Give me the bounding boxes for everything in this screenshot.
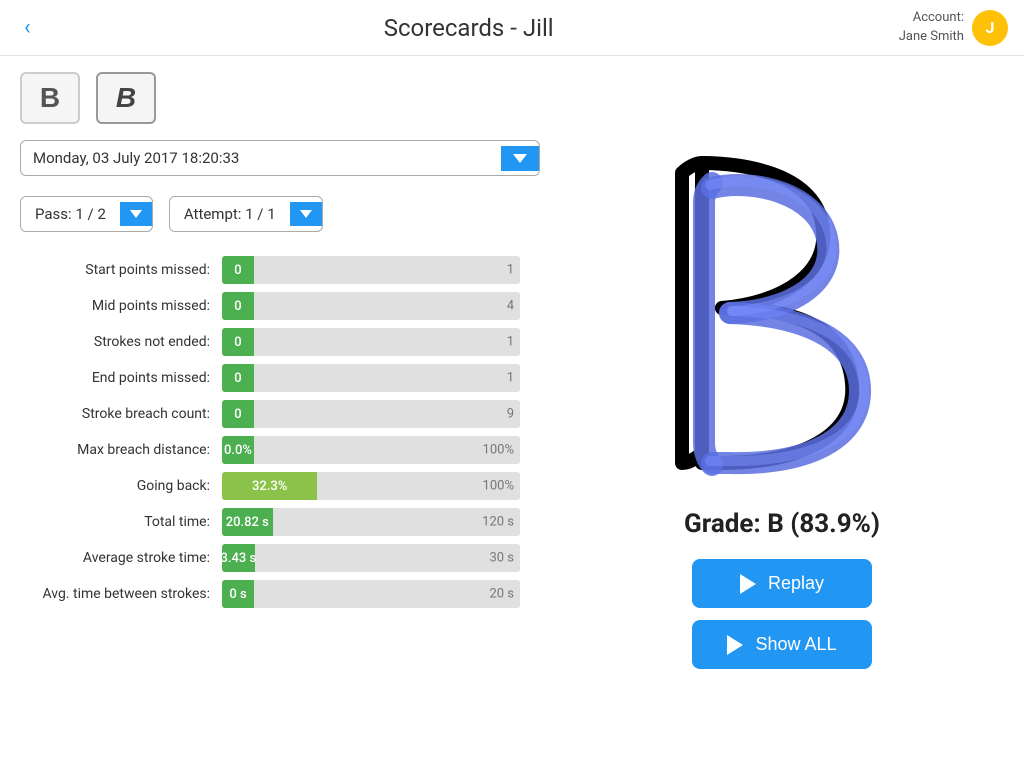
- pass-arrow-icon: [130, 210, 142, 218]
- show-all-label: Show ALL: [755, 634, 836, 655]
- metric-bar-fill: 0: [222, 400, 254, 428]
- metric-label: Average stroke time:: [20, 550, 210, 566]
- date-value: Monday, 03 July 2017 18:20:33: [21, 141, 501, 175]
- letter-buttons-row: B B: [20, 72, 520, 124]
- metric-label: Strokes not ended:: [20, 334, 210, 350]
- metric-bar-value: 20.82 s: [222, 515, 275, 530]
- replay-play-icon: [740, 574, 756, 594]
- metric-bar-fill: 32.3%: [222, 472, 317, 500]
- metric-bar-max: 1: [507, 371, 514, 386]
- metric-bar-fill: 0 s: [222, 580, 254, 608]
- letter-svg: [622, 143, 942, 483]
- metric-bar-value: 0: [228, 407, 247, 422]
- attempt-label: Attempt: 1 / 1: [170, 197, 290, 231]
- metric-bar-value: 3.43 s: [222, 551, 262, 566]
- metric-bar-max: 1: [507, 263, 514, 278]
- back-button[interactable]: ‹: [16, 11, 39, 44]
- account-name: Jane Smith: [899, 28, 964, 46]
- metric-bar-fill: 0: [222, 364, 254, 392]
- show-all-button[interactable]: Show ALL: [692, 620, 872, 669]
- metric-bar-container: 09: [222, 400, 520, 428]
- pass-selector[interactable]: Pass: 1 / 2: [20, 196, 153, 232]
- metric-label: Going back:: [20, 478, 210, 494]
- metric-bar-value: 32.3%: [246, 479, 293, 494]
- metric-bar-container: 01: [222, 364, 520, 392]
- attempt-arrow-icon: [300, 210, 312, 218]
- letter-preview: [612, 133, 952, 493]
- metric-label: Mid points missed:: [20, 298, 210, 314]
- metric-bar-value: 0 s: [223, 587, 252, 602]
- account-text: Account: Jane Smith: [899, 9, 964, 45]
- metric-row: Strokes not ended:01: [20, 328, 520, 356]
- metric-bar-max: 100%: [483, 479, 514, 494]
- metric-bar-container: 32.3% 100%: [222, 472, 520, 500]
- page-title: Scorecards - Jill: [384, 14, 554, 42]
- attempt-selector[interactable]: Attempt: 1 / 1: [169, 196, 323, 232]
- metric-bar-container: 01: [222, 256, 520, 284]
- metric-row: Going back: 32.3% 100%: [20, 472, 520, 500]
- metric-bar-container: 01: [222, 328, 520, 356]
- account-label: Account:: [899, 9, 964, 27]
- metric-bar-max: 9: [507, 407, 514, 422]
- main-content: B B Monday, 03 July 2017 18:20:33 Pass: …: [0, 56, 1024, 768]
- left-panel: B B Monday, 03 July 2017 18:20:33 Pass: …: [0, 56, 540, 768]
- right-panel: Grade: B (83.9%) Replay Show ALL: [540, 56, 1024, 768]
- pass-label: Pass: 1 / 2: [21, 197, 120, 231]
- metric-bar-fill: 0: [222, 256, 254, 284]
- metric-bar-max: 20 s: [489, 587, 514, 602]
- metric-row: Stroke breach count:09: [20, 400, 520, 428]
- metric-label: End points missed:: [20, 370, 210, 386]
- letter-button-0[interactable]: B: [20, 72, 80, 124]
- metric-bar-container: 20.82 s 120 s: [222, 508, 520, 536]
- metric-row: Average stroke time: 3.43 s 30 s: [20, 544, 520, 572]
- metric-bar-container: 3.43 s 30 s: [222, 544, 520, 572]
- account-info: Account: Jane Smith J: [899, 9, 1008, 45]
- metric-bar-container: 04: [222, 292, 520, 320]
- pass-dropdown-button[interactable]: [120, 202, 152, 226]
- show-all-play-icon: [727, 635, 743, 655]
- metric-bar-max: 4: [507, 299, 514, 314]
- letter-button-1[interactable]: B: [96, 72, 156, 124]
- metric-bar-fill: 0: [222, 328, 254, 356]
- metric-bar-value: 0: [228, 371, 247, 386]
- metric-bar-fill: 0.0%: [222, 436, 254, 464]
- metric-bar-fill: 0: [222, 292, 254, 320]
- metric-bar-value: 0: [228, 299, 247, 314]
- metric-row: Avg. time between strokes: 0 s 20 s: [20, 580, 520, 608]
- header: ‹ Scorecards - Jill Account: Jane Smith …: [0, 0, 1024, 56]
- metric-label: Max breach distance:: [20, 442, 210, 458]
- selectors-row: Pass: 1 / 2 Attempt: 1 / 1: [20, 196, 520, 232]
- metric-row: Total time: 20.82 s 120 s: [20, 508, 520, 536]
- metrics-list: Start points missed:01Mid points missed:…: [20, 256, 520, 608]
- metric-label: Avg. time between strokes:: [20, 586, 210, 602]
- attempt-dropdown-button[interactable]: [290, 202, 322, 226]
- replay-button[interactable]: Replay: [692, 559, 872, 608]
- metric-bar-fill: 3.43 s: [222, 544, 255, 572]
- metric-bar-value: 0.0%: [222, 443, 258, 458]
- metric-row: End points missed:01: [20, 364, 520, 392]
- dropdown-arrow-icon: [513, 154, 527, 163]
- metric-label: Start points missed:: [20, 262, 210, 278]
- metric-bar-value: 0: [228, 263, 247, 278]
- date-selector[interactable]: Monday, 03 July 2017 18:20:33: [20, 140, 540, 176]
- metric-bar-max: 120 s: [482, 515, 514, 530]
- metric-bar-max: 1: [507, 335, 514, 350]
- metric-bar-max: 100%: [483, 443, 514, 458]
- metric-row: Max breach distance: 0.0% 100%: [20, 436, 520, 464]
- metric-bar-fill: 20.82 s: [222, 508, 273, 536]
- metric-label: Total time:: [20, 514, 210, 530]
- grade-display: Grade: B (83.9%): [684, 509, 880, 539]
- metric-row: Start points missed:01: [20, 256, 520, 284]
- metric-row: Mid points missed:04: [20, 292, 520, 320]
- metric-bar-container: 0.0% 100%: [222, 436, 520, 464]
- metric-bar-max: 30 s: [489, 551, 514, 566]
- avatar: J: [972, 10, 1008, 46]
- metric-bar-container: 0 s 20 s: [222, 580, 520, 608]
- metric-label: Stroke breach count:: [20, 406, 210, 422]
- date-dropdown-button[interactable]: [501, 146, 539, 171]
- metric-bar-value: 0: [228, 335, 247, 350]
- replay-label: Replay: [768, 573, 824, 594]
